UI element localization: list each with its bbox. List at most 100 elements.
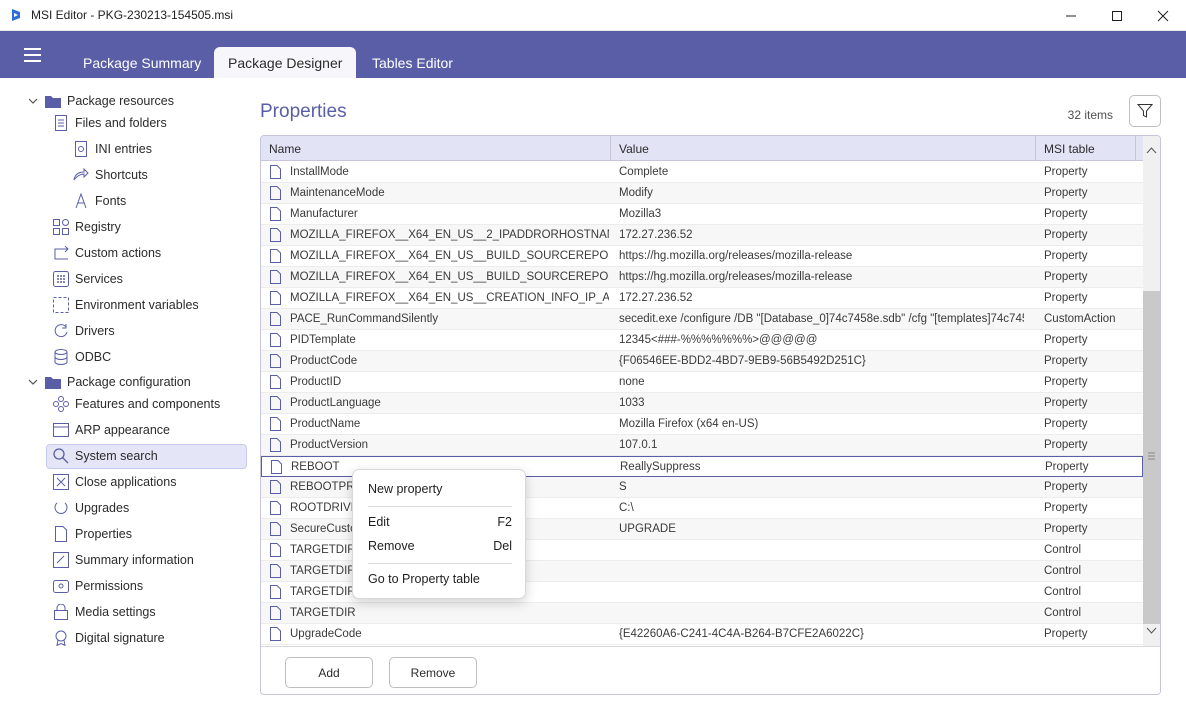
cell-value: 172.27.236.52 bbox=[619, 292, 693, 304]
menu-item-new-property[interactable]: New property bbox=[368, 479, 512, 499]
sidebar-item-upgrades[interactable]: Upgrades bbox=[53, 497, 129, 519]
sidebar-item-permissions[interactable]: Permissions bbox=[53, 575, 143, 597]
sidebar-item-label: System search bbox=[75, 449, 158, 463]
sidebar-item-summary-information[interactable]: Summary information bbox=[53, 549, 194, 571]
cell-text: ProductName bbox=[290, 418, 361, 430]
cell-text: MOZILLA_FIREFOX__X64_EN_US__CREATION_INF… bbox=[290, 292, 609, 304]
table-row[interactable]: MOZILLA_FIREFOX__X64_EN_US__BUILD_SOURCE… bbox=[261, 246, 1143, 267]
cell-value: none bbox=[619, 376, 645, 388]
sidebar-item-media-settings[interactable]: Media settings bbox=[53, 601, 156, 623]
sidebar-item-digital-signature[interactable]: Digital signature bbox=[53, 627, 165, 649]
chevron-down-icon[interactable] bbox=[28, 96, 38, 106]
search-icon bbox=[53, 448, 69, 464]
scroll-down-icon[interactable] bbox=[1143, 622, 1160, 642]
table-row[interactable]: ProductName Mozilla Firefox (x64 en-US) Pr… bbox=[261, 414, 1143, 435]
cell-msi-table: Property bbox=[1044, 418, 1088, 430]
sidebar-item-shortcuts[interactable]: Shortcuts bbox=[73, 164, 148, 186]
sidebar-item-close-applications[interactable]: Close applications bbox=[53, 471, 176, 493]
property-file-icon bbox=[270, 207, 281, 221]
property-file-icon bbox=[270, 249, 281, 263]
sidebar-item-files-and-folders[interactable]: Files and folders bbox=[53, 112, 167, 134]
cell-name: ProductVersion bbox=[269, 435, 609, 455]
cell-value: UPGRADE bbox=[619, 523, 676, 535]
tree-group-package-resources[interactable]: Package resources bbox=[45, 90, 174, 112]
property-file-icon bbox=[270, 606, 281, 620]
cell-name: UpgradeCode bbox=[269, 624, 609, 644]
sidebar-item-drivers[interactable]: Drivers bbox=[53, 320, 115, 342]
tree-group-package-configuration[interactable]: Package configuration bbox=[45, 371, 191, 393]
maximize-button[interactable] bbox=[1094, 0, 1140, 31]
remove-button[interactable]: Remove bbox=[389, 657, 477, 688]
cell-name: Manufacturer bbox=[269, 204, 609, 224]
column-header-msi-table[interactable]: MSI table bbox=[1036, 136, 1136, 161]
column-header-name[interactable]: Name bbox=[261, 136, 611, 161]
table-row[interactable]: PACE_RunCommandSilently secedit.exe /conf… bbox=[261, 309, 1143, 330]
cell-msi-table: Property bbox=[1044, 397, 1088, 409]
tab-package-summary[interactable]: Package Summary bbox=[69, 47, 215, 78]
upgrade-icon bbox=[53, 500, 69, 516]
sidebar-item-label: Registry bbox=[75, 220, 121, 234]
close-button[interactable] bbox=[1140, 0, 1186, 31]
filter-button[interactable] bbox=[1129, 95, 1161, 127]
cell-value bbox=[619, 603, 1024, 623]
cell-text: TARGETDIR bbox=[290, 586, 356, 598]
hamburger-menu-icon[interactable] bbox=[24, 48, 42, 62]
properties-table: Name Value MSI table InstallMode Complete… bbox=[260, 135, 1161, 695]
sidebar-item-properties[interactable]: Properties bbox=[53, 523, 132, 545]
cell-name: InstallMode bbox=[269, 162, 609, 182]
menu-item-edit[interactable]: Edit F2 bbox=[368, 512, 512, 532]
registry-icon bbox=[53, 219, 69, 235]
cell-text: TARGETDIR bbox=[290, 607, 356, 619]
table-row[interactable]: ProductCode {F06546EE-BDD2-4BD7-9EB9-56B5… bbox=[261, 351, 1143, 372]
sidebar-item-environment-variables[interactable]: Environment variables bbox=[53, 294, 199, 316]
table-row[interactable]: Manufacturer Mozilla3 Property bbox=[261, 204, 1143, 225]
property-file-icon bbox=[270, 480, 281, 494]
table-row[interactable]: MOZILLA_FIREFOX__X64_EN_US__BUILD_SOURCE… bbox=[261, 267, 1143, 288]
cell-value bbox=[619, 582, 1024, 602]
cell-text: MOZILLA_FIREFOX__X64_EN_US__BUILD_SOURCE… bbox=[290, 250, 609, 262]
scroll-up-icon[interactable] bbox=[1143, 138, 1160, 163]
table-row[interactable]: ProductLanguage 1033 Property bbox=[261, 393, 1143, 414]
sidebar-item-label: Digital signature bbox=[75, 631, 165, 645]
table-row[interactable]: PIDTemplate 12345<###-%%%%%%%>@@@@@ Proper… bbox=[261, 330, 1143, 351]
menu-item-remove[interactable]: Remove Del bbox=[368, 536, 512, 556]
sidebar-item-registry[interactable]: Registry bbox=[53, 216, 121, 238]
sidebar-item-odbc[interactable]: ODBC bbox=[53, 346, 111, 368]
tab-package-designer[interactable]: Package Designer bbox=[214, 47, 357, 78]
sidebar-item-system-search[interactable]: System search bbox=[53, 445, 158, 467]
sidebar-item-services[interactable]: Services bbox=[53, 268, 123, 290]
table-row[interactable]: ProductID none Property bbox=[261, 372, 1143, 393]
property-file-icon bbox=[270, 354, 281, 368]
sidebar-item-label: ODBC bbox=[75, 350, 112, 364]
sidebar-item-fonts[interactable]: Fonts bbox=[73, 190, 126, 212]
table-footer: Add Remove bbox=[261, 646, 1160, 694]
tab-tables-editor[interactable]: Tables Editor bbox=[358, 47, 467, 78]
sidebar-item-arp-appearance[interactable]: ARP appearance bbox=[53, 419, 170, 441]
table-row[interactable]: TARGETDIR Control bbox=[261, 603, 1143, 624]
cell-value: Complete bbox=[619, 166, 669, 178]
sidebar-item-label: Services bbox=[75, 272, 123, 286]
minimize-button[interactable] bbox=[1048, 0, 1094, 31]
column-header-value[interactable]: Value bbox=[611, 136, 1036, 161]
folder-icon bbox=[45, 93, 61, 109]
table-row[interactable]: InstallMode Complete Property bbox=[261, 162, 1143, 183]
cell-name: ProductID bbox=[269, 372, 609, 392]
table-row[interactable]: MOZILLA_FIREFOX__X64_EN_US__CREATION_INF… bbox=[261, 288, 1143, 309]
chevron-down-icon[interactable] bbox=[28, 377, 38, 387]
tree-group-label: Package resources bbox=[67, 94, 175, 108]
cell-text: ProductVersion bbox=[290, 439, 368, 451]
table-row[interactable]: MOZILLA_FIREFOX__X64_EN_US__2_IPADDRORHO… bbox=[261, 225, 1143, 246]
cell-text: ProductID bbox=[290, 376, 342, 388]
menu-item-go-to-property-table[interactable]: Go to Property table bbox=[368, 569, 512, 589]
add-button[interactable]: Add bbox=[285, 657, 373, 688]
features-icon bbox=[53, 396, 69, 412]
scrollbar-thumb[interactable] bbox=[1143, 291, 1160, 624]
cell-name: PACE_RunCommandSilently bbox=[269, 309, 609, 329]
sidebar-item-features-and-components[interactable]: Features and components bbox=[53, 393, 220, 415]
property-file-icon bbox=[270, 333, 281, 347]
table-row[interactable]: MaintenanceMode Modify Property bbox=[261, 183, 1143, 204]
table-row[interactable]: UpgradeCode {E42260A6-C241-4C4A-B264-B7CF… bbox=[261, 624, 1143, 645]
sidebar-item-ini-entries[interactable]: INI entries bbox=[73, 138, 152, 160]
sidebar-item-custom-actions[interactable]: Custom actions bbox=[53, 242, 161, 264]
table-row[interactable]: ProductVersion 107.0.1 Property bbox=[261, 435, 1143, 456]
